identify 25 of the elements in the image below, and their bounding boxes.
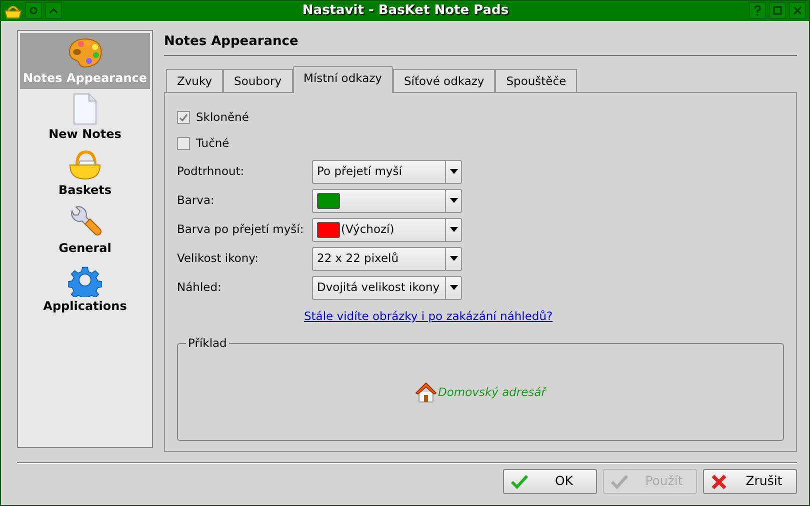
field-label: Náhled: <box>177 278 222 296</box>
field-label: Velikost ikony: <box>177 250 260 267</box>
checkbox-label[interactable]: Tučné <box>196 134 230 152</box>
checkbox-label[interactable]: Skloněné <box>196 108 249 126</box>
dropdown[interactable]: 22 x 22 pixelů <box>312 246 462 271</box>
field-label: Barva po přejetí myší: <box>177 221 305 238</box>
field-label: Barva: <box>177 192 216 210</box>
tab[interactable]: Místní odkazy <box>292 66 393 94</box>
sidebar-item[interactable]: New Notes <box>20 88 150 144</box>
tab[interactable]: Spouštěče <box>495 69 578 92</box>
dropdown[interactable]: Dvojitá velikost ikony <box>312 276 462 300</box>
help-link[interactable]: Stále vidíte obrázky i po zakázání náhledů? <box>304 308 553 326</box>
sidebar-item[interactable]: Applications <box>20 258 150 316</box>
cancel-button[interactable]: Zrušit <box>703 469 797 494</box>
dropdown[interactable]: (Výchozí) <box>312 218 462 242</box>
window-title: Nastavit - BasKet Note Pads <box>301 2 510 20</box>
sidebar-item[interactable]: General <box>20 200 150 258</box>
dropdown[interactable]: Po přejetí myší <box>312 160 462 184</box>
page-title: Notes Appearance <box>164 30 797 56</box>
field-label: Podtrhnout: <box>177 163 246 180</box>
sidebar-item[interactable]: Baskets <box>20 144 150 200</box>
ok-button[interactable]: OK <box>503 469 597 494</box>
tab[interactable]: Síťové odkazy <box>392 69 496 92</box>
tab[interactable]: Soubory <box>223 69 293 92</box>
tab[interactable]: Zvuky <box>166 69 224 92</box>
